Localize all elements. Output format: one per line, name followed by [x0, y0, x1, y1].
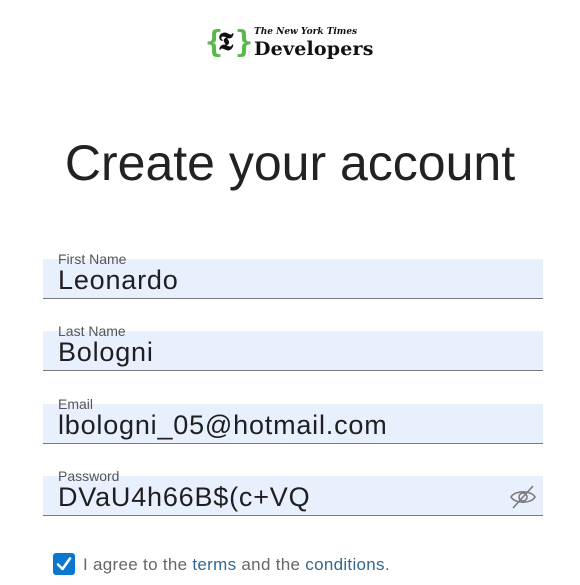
first-name-label: First Name: [58, 251, 127, 267]
logo-brand-name: The New York Times: [254, 27, 358, 37]
terms-link[interactable]: terms: [192, 555, 236, 574]
first-name-value: Leonardo: [58, 265, 179, 295]
eye-slash-icon[interactable]: [509, 484, 537, 510]
last-name-label: Last Name: [58, 323, 126, 339]
password-value: DVaU4h66B$(c+VQ: [58, 482, 311, 512]
email-label: Email: [58, 396, 94, 412]
checkmark-icon: [56, 557, 72, 571]
nyt-t-icon: 𝕿: [218, 27, 234, 56]
conditions-link[interactable]: conditions: [305, 555, 385, 574]
nyt-developers-logo: { 𝕿 } The New York Times Developers: [205, 24, 385, 64]
agree-text-before: I agree to the: [83, 555, 193, 574]
last-name-value: Bologni: [58, 337, 154, 367]
email-value: lbologni_05@hotmail.com: [58, 410, 388, 440]
agreement-text: I agree to the terms and the conditions.: [83, 554, 390, 576]
agree-checkbox[interactable]: [53, 553, 75, 575]
right-brace-icon: }: [235, 25, 254, 60]
logo-product-name: Developers: [254, 38, 374, 60]
agree-text-after: .: [384, 555, 390, 574]
page-title: Create your account: [64, 135, 516, 191]
email-input[interactable]: lbologni_05@hotmail.com: [43, 404, 543, 444]
password-label: Password: [58, 468, 120, 484]
agree-text-middle: and the: [236, 555, 306, 574]
